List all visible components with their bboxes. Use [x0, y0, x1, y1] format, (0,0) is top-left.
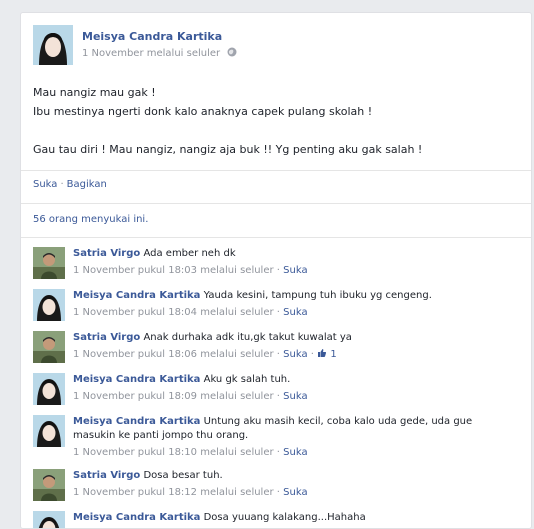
- comment-like-button[interactable]: Suka: [283, 349, 307, 360]
- commenter-avatar[interactable]: [33, 331, 65, 363]
- comment-timestamp[interactable]: 1 November pukul 18:06 melalui seluler: [73, 349, 274, 360]
- commenter-name[interactable]: Meisya Candra Kartika: [73, 416, 200, 427]
- comment-body: Meisya Candra Kartika Yauda kesini, tamp…: [73, 289, 513, 320]
- comment-text: Yauda kesini, tampung tuh ibuku yg cenge…: [203, 290, 432, 301]
- post-meta: 1 November melalui seluler: [82, 47, 237, 59]
- comment-body: Meisya Candra Kartika Dosa yuuang kalaka…: [73, 511, 513, 525]
- comment-like-count[interactable]: 1: [317, 349, 337, 360]
- commenter-avatar[interactable]: [33, 511, 65, 528]
- comment-body: Satria Virgo Anak durhaka adk itu,gk tak…: [73, 331, 513, 362]
- comment-text: Dosa besar tuh.: [143, 470, 223, 481]
- comment-timestamp[interactable]: 1 November pukul 18:09 melalui seluler: [73, 391, 274, 402]
- post-line: Ibu mestinya ngerti donk kalo anaknya ca…: [33, 105, 373, 118]
- comment-body: Meisya Candra Kartika Untung aku masih k…: [73, 415, 513, 460]
- divider: [21, 203, 531, 204]
- comment-meta: 1 November pukul 18:06 melalui seluler ·…: [73, 349, 337, 360]
- comment-body: Satria Virgo Ada ember neh dk 1 November…: [73, 247, 513, 278]
- author-avatar[interactable]: [33, 25, 73, 65]
- share-button[interactable]: Bagikan: [67, 179, 107, 190]
- like-count-value: 1: [330, 349, 337, 360]
- comment-like-button[interactable]: Suka: [283, 447, 307, 458]
- comment-like-button[interactable]: Suka: [283, 307, 307, 318]
- comment-body: Meisya Candra Kartika Aku gk salah tuh. …: [73, 373, 513, 404]
- post-card: Meisya Candra Kartika 1 November melalui…: [20, 12, 532, 529]
- thumbs-up-icon: [317, 348, 327, 358]
- comment-timestamp[interactable]: 1 November pukul 18:04 melalui seluler: [73, 307, 274, 318]
- author-name[interactable]: Meisya Candra Kartika: [82, 30, 222, 43]
- commenter-avatar[interactable]: [33, 415, 65, 447]
- comment-meta: 1 November pukul 18:12 melalui seluler ·…: [73, 487, 308, 498]
- commenter-name[interactable]: Satria Virgo: [73, 332, 140, 343]
- comment-text: Ada ember neh dk: [143, 248, 236, 259]
- post-body: Mau nangiz mau gak ! Ibu mestinya ngerti…: [33, 83, 513, 159]
- divider: [21, 170, 531, 171]
- commenter-name[interactable]: Meisya Candra Kartika: [73, 512, 200, 523]
- comment-like-button[interactable]: Suka: [283, 391, 307, 402]
- commenter-avatar[interactable]: [33, 469, 65, 501]
- post-timestamp[interactable]: 1 November melalui seluler: [82, 48, 220, 59]
- post-line-blank: [33, 121, 513, 140]
- comment-text: Dosa yuuang kalakang...Hahaha: [203, 512, 366, 523]
- comment-text: Anak durhaka adk itu,gk takut kuwalat ya: [143, 332, 352, 343]
- comment-body: Satria Virgo Dosa besar tuh. 1 November …: [73, 469, 513, 500]
- commenter-name[interactable]: Satria Virgo: [73, 470, 140, 481]
- comment-meta: 1 November pukul 18:10 melalui seluler ·…: [73, 447, 308, 458]
- likes-count[interactable]: 56 orang menyukai ini.: [33, 214, 148, 225]
- comment-meta: 1 November pukul 18:03 melalui seluler ·…: [73, 265, 308, 276]
- comment-like-button[interactable]: Suka: [283, 487, 307, 498]
- commenter-name[interactable]: Satria Virgo: [73, 248, 140, 259]
- commenter-avatar[interactable]: [33, 247, 65, 279]
- comment-meta: 1 November pukul 18:09 melalui seluler ·…: [73, 391, 308, 402]
- comment-meta: 1 November pukul 18:04 melalui seluler ·…: [73, 307, 308, 318]
- like-button[interactable]: Suka: [33, 179, 57, 190]
- post-line: Mau nangiz mau gak !: [33, 86, 156, 99]
- post-line: Gau tau diri ! Mau nangiz, nangiz aja bu…: [33, 143, 423, 156]
- post-actions: Suka · Bagikan: [33, 179, 107, 190]
- commenter-avatar[interactable]: [33, 289, 65, 321]
- comment-timestamp[interactable]: 1 November pukul 18:12 melalui seluler: [73, 487, 274, 498]
- divider: [21, 237, 531, 238]
- separator: ·: [60, 179, 64, 190]
- comment-timestamp[interactable]: 1 November pukul 18:10 melalui seluler: [73, 447, 274, 458]
- commenter-name[interactable]: Meisya Candra Kartika: [73, 290, 200, 301]
- comment-text: Aku gk salah tuh.: [203, 374, 291, 385]
- commenter-avatar[interactable]: [33, 373, 65, 405]
- comment-like-button[interactable]: Suka: [283, 265, 307, 276]
- comment-timestamp[interactable]: 1 November pukul 18:03 melalui seluler: [73, 265, 274, 276]
- globe-icon[interactable]: [227, 47, 237, 57]
- commenter-name[interactable]: Meisya Candra Kartika: [73, 374, 200, 385]
